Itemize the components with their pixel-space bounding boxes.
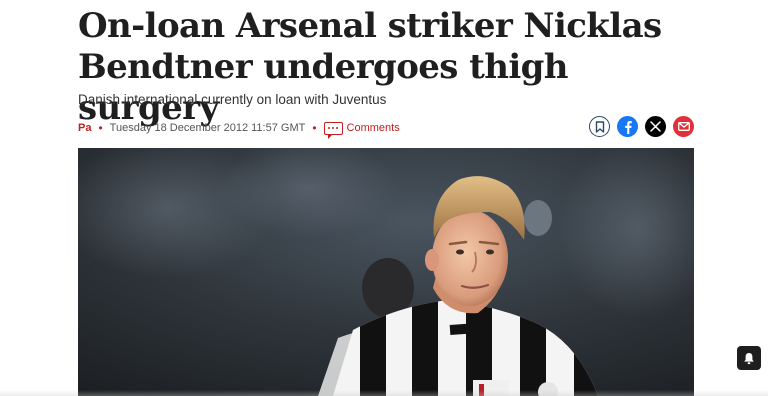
facebook-icon (624, 120, 632, 134)
bookmark-button[interactable] (589, 116, 610, 137)
separator-dot: • (312, 121, 317, 135)
publish-timestamp: Tuesday 18 December 2012 11:57 GMT (109, 122, 306, 134)
article-standfirst: Danish international currently on loan w… (78, 92, 387, 107)
bookmark-icon (595, 120, 604, 133)
comments-link[interactable]: Comments (323, 121, 400, 139)
hero-image (78, 148, 694, 396)
email-share-button[interactable] (673, 116, 694, 137)
facebook-share-button[interactable] (617, 116, 638, 137)
comment-icon (323, 121, 343, 139)
hero-photo (78, 148, 694, 396)
article-headline: On-loan Arsenal striker Nicklas Bendtner… (78, 6, 662, 128)
email-icon (677, 122, 690, 131)
bell-icon (744, 352, 754, 364)
x-icon (650, 121, 661, 132)
x-share-button[interactable] (645, 116, 666, 137)
author-link[interactable]: Pa (78, 122, 91, 134)
separator-dot: • (98, 121, 103, 135)
share-bar (589, 116, 694, 137)
notification-button[interactable] (737, 346, 761, 370)
article-meta: Pa • Tuesday 18 December 2012 11:57 GMT … (78, 116, 694, 139)
viewport-edge (0, 390, 768, 396)
comments-label: Comments (346, 122, 400, 134)
